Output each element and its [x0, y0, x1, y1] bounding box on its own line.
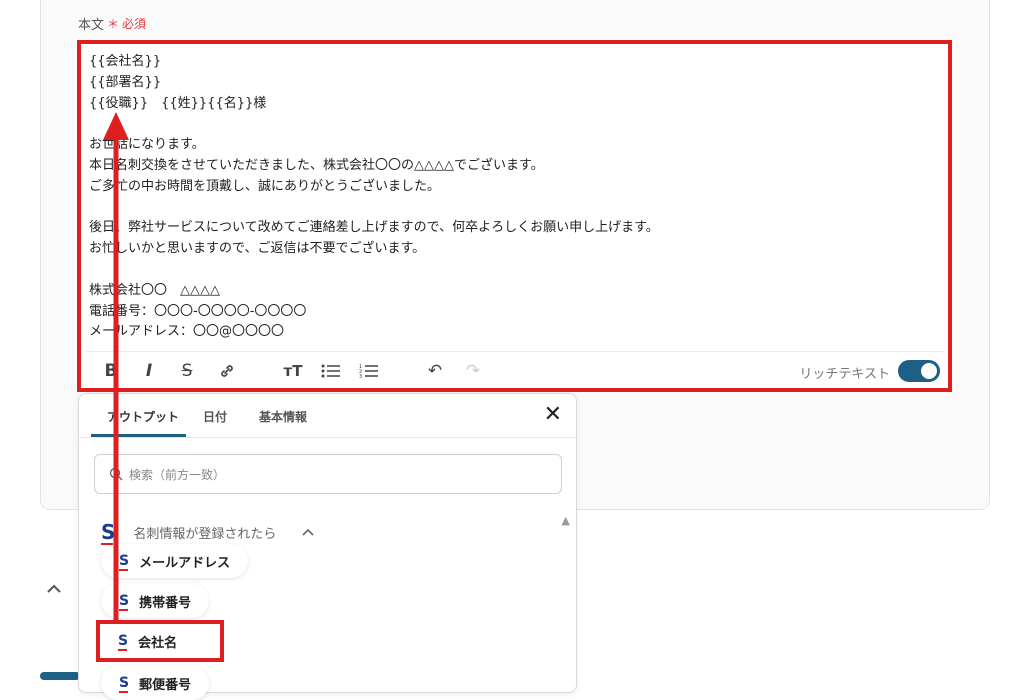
bullet-list-icon[interactable]: [319, 360, 343, 382]
search-icon: [109, 467, 123, 481]
ordered-list-icon[interactable]: 123: [357, 360, 381, 382]
body-editor[interactable]: {{会社名}} {{部署名}} {{役職}} {{姓}}{{名}}様 お世話にな…: [77, 40, 952, 392]
chevron-up-icon[interactable]: [302, 526, 314, 539]
sansan-logo-icon: S: [119, 593, 130, 611]
close-icon[interactable]: ✕: [544, 404, 562, 426]
text-size-icon[interactable]: ᴛT: [281, 360, 305, 382]
output-item-label: 携帯番号: [139, 595, 192, 611]
collapse-chevron-icon[interactable]: [46, 580, 62, 599]
tab-output[interactable]: アウトプット: [107, 408, 179, 425]
italic-icon[interactable]: I: [137, 360, 161, 382]
scroll-up-arrow-icon[interactable]: ▲: [562, 514, 570, 527]
search-placeholder: 検索（前方一致）: [129, 467, 226, 482]
bottom-button-edge[interactable]: [40, 672, 80, 680]
output-item-postal-code[interactable]: S 郵便番号: [101, 666, 210, 700]
redo-icon: ↷: [465, 361, 481, 381]
output-item-label: 会社名: [138, 635, 178, 651]
undo-icon[interactable]: ↶: [423, 360, 447, 382]
section-title: 名刺情報が登録されたら: [133, 526, 277, 542]
svg-text:3: 3: [359, 374, 362, 379]
output-item-label: 郵便番号: [139, 677, 192, 693]
output-item-company-name[interactable]: S 会社名: [96, 620, 224, 662]
field-label: 本文 ＊ 必須: [78, 14, 146, 33]
section-header[interactable]: S 名刺情報が登録されたら: [101, 520, 314, 545]
rich-text-label: リッチテキスト: [799, 367, 890, 382]
bold-icon[interactable]: B: [99, 360, 123, 382]
active-tab-indicator: [91, 434, 186, 437]
sansan-logo-icon: S: [119, 675, 130, 693]
output-item-label: メールアドレス: [139, 555, 231, 571]
search-input[interactable]: 検索（前方一致）: [94, 454, 562, 494]
tab-basic-info[interactable]: 基本情報: [259, 408, 307, 425]
rich-text-toggle[interactable]: [898, 360, 940, 382]
required-text: 必須: [122, 17, 147, 31]
variable-picker-popup: アウトプット 日付 基本情報 ✕ 検索（前方一致） S 名刺情報が登録されたら …: [78, 393, 577, 700]
link-icon[interactable]: [215, 360, 239, 382]
tab-date[interactable]: 日付: [203, 408, 227, 425]
sansan-logo-icon: S: [101, 520, 116, 545]
required-mark: ＊: [107, 17, 120, 31]
field-label-text: 本文: [78, 18, 105, 33]
popup-tabs: アウトプット 日付 基本情報 ✕: [79, 394, 576, 438]
editor-toolbar: B I S ᴛT 123 ↶ ↷ リッチテキスト: [85, 351, 944, 389]
output-item-mobile[interactable]: S 携帯番号: [101, 584, 210, 618]
sansan-logo-icon: S: [118, 633, 129, 651]
strikethrough-icon[interactable]: S: [175, 360, 199, 382]
sansan-logo-icon: S: [119, 553, 130, 571]
editor-content[interactable]: {{会社名}} {{部署名}} {{役職}} {{姓}}{{名}}様 お世話にな…: [89, 52, 659, 343]
output-item-email[interactable]: S メールアドレス: [101, 544, 249, 578]
